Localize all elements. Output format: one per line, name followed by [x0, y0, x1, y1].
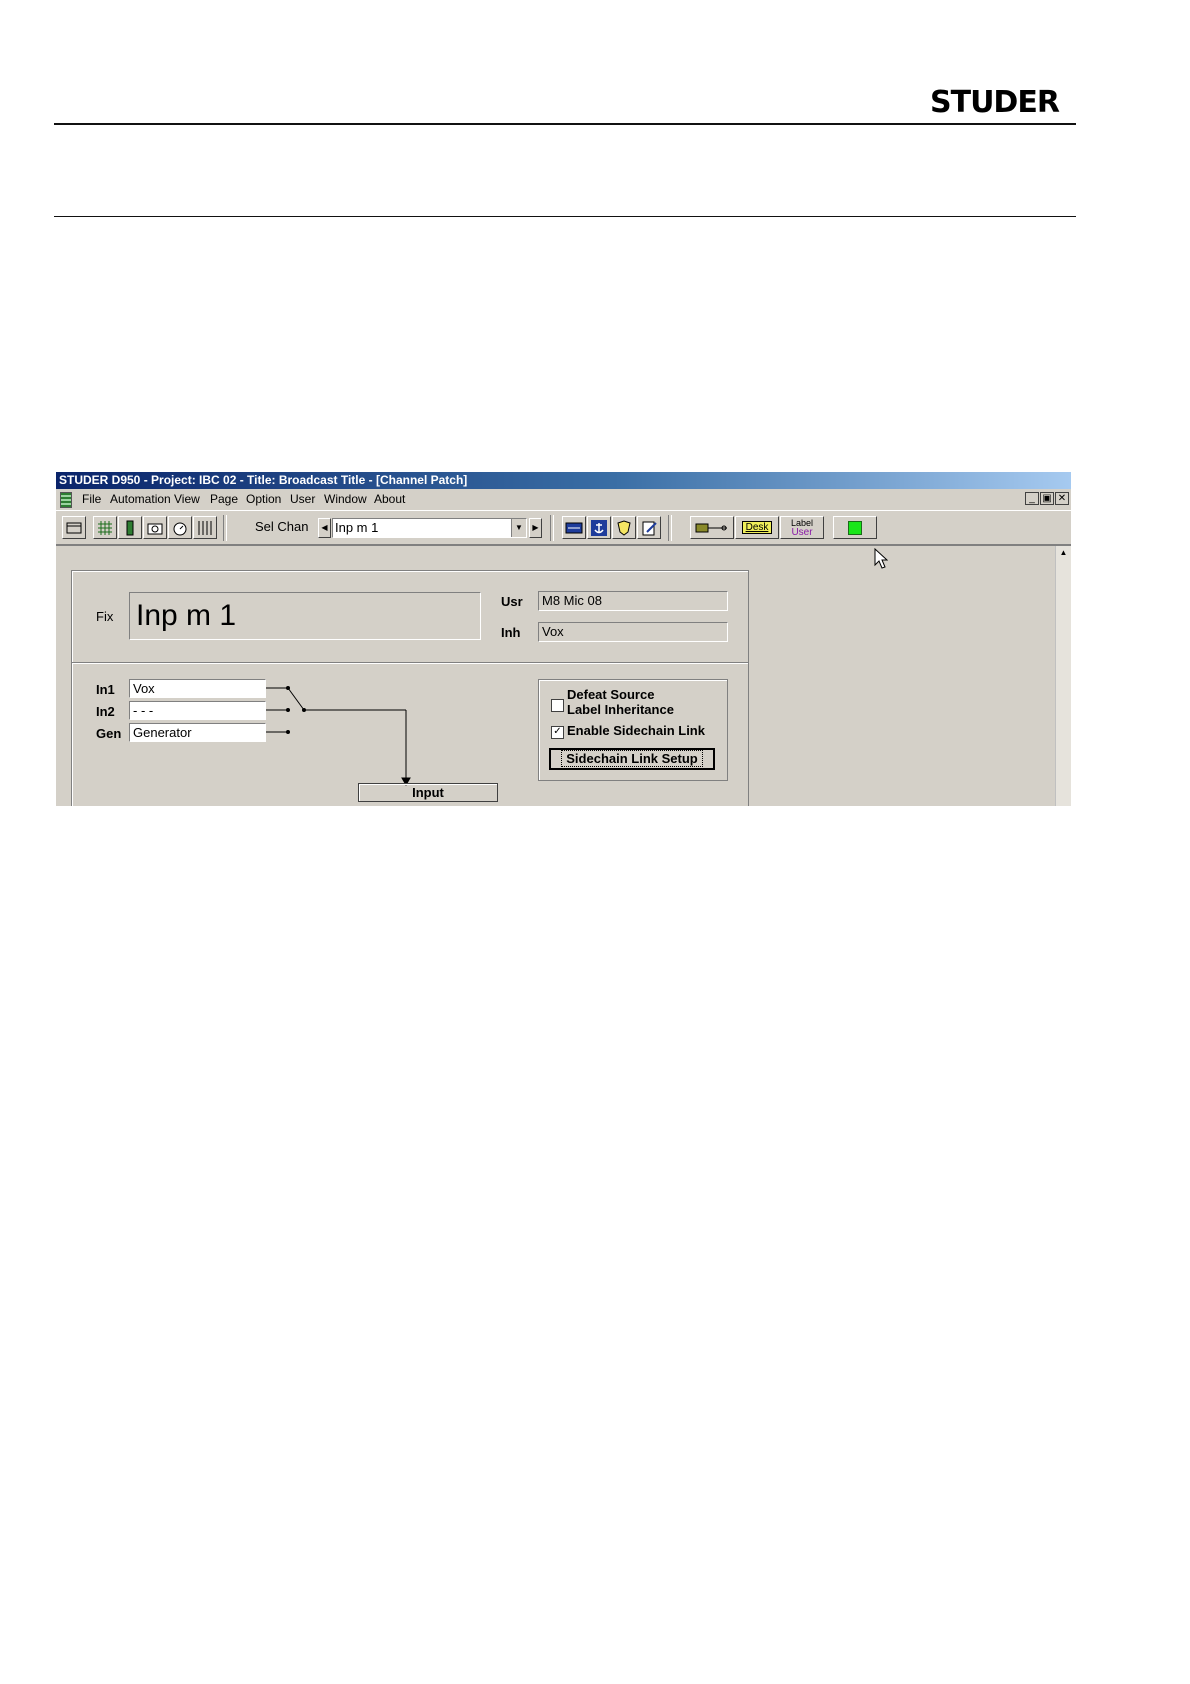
- grid-tool-button[interactable]: [93, 516, 117, 539]
- toolbar-separator: [550, 515, 554, 541]
- inh-label: Inh: [501, 625, 521, 640]
- options-group: Defeat Source Label Inheritance ✓ Enable…: [538, 679, 728, 781]
- app-icon[interactable]: [60, 492, 72, 508]
- anchor-icon: [591, 519, 607, 536]
- stopwatch-icon: [173, 522, 187, 535]
- in1-source-field[interactable]: Vox: [129, 679, 266, 698]
- chevron-down-icon[interactable]: ▼: [511, 519, 526, 537]
- fix-label: Fix: [96, 609, 114, 624]
- in1-label: In1: [96, 682, 115, 697]
- menu-page[interactable]: Page: [210, 489, 238, 509]
- restore-button[interactable]: ▣: [1040, 492, 1054, 505]
- channel-select[interactable]: Inp m 1 ▼: [332, 518, 527, 538]
- usr-name-field[interactable]: M8 Mic 08: [538, 591, 728, 611]
- in2-source-field[interactable]: - - -: [129, 701, 266, 720]
- edit-tool-button[interactable]: [637, 516, 661, 539]
- label-user-tool-button[interactable]: Label User: [780, 516, 824, 539]
- sidechain-setup-label: Sidechain Link Setup: [561, 750, 703, 767]
- strip-icon: [126, 520, 134, 535]
- sel-chan-label: Sel Chan: [255, 519, 309, 534]
- menu-bar: File Automation View Page Option User Wi…: [56, 489, 1071, 509]
- input-block[interactable]: Input: [358, 783, 498, 802]
- window-tool-button[interactable]: [62, 516, 86, 539]
- in2-label: In2: [96, 704, 115, 719]
- gen-label: Gen: [96, 726, 122, 741]
- sidechain-setup-button[interactable]: Sidechain Link Setup: [549, 748, 715, 770]
- camera-icon: [147, 523, 163, 534]
- channel-patch-view: Fix Inp m 1 Usr M8 Mic 08 Inh Vox In1 Vo…: [56, 545, 1071, 806]
- key-tool-button[interactable]: [690, 516, 734, 539]
- toolbar-separator: [223, 515, 227, 541]
- shield-icon: [617, 519, 631, 536]
- sidechain-link-checkbox[interactable]: ✓: [551, 726, 564, 739]
- notepad-edit-icon: [642, 521, 657, 535]
- prev-channel-button[interactable]: ◀: [318, 518, 331, 538]
- channel-select-value: Inp m 1: [335, 520, 379, 535]
- faders-icon: [198, 520, 212, 535]
- mdi-controls: _ ▣ ✕: [1025, 492, 1069, 505]
- defeat-source-checkbox[interactable]: [551, 699, 564, 712]
- defeat-source-label: Defeat Source: [567, 687, 655, 702]
- strip-tool-button[interactable]: [118, 516, 142, 539]
- minimize-button[interactable]: _: [1025, 492, 1039, 505]
- grid-icon: [98, 520, 112, 535]
- menu-view[interactable]: View: [174, 489, 200, 509]
- meter-icon: [565, 522, 583, 533]
- window-icon: [66, 522, 82, 533]
- scroll-up-icon[interactable]: ▲: [1056, 546, 1071, 560]
- status-tool-button[interactable]: [833, 516, 877, 539]
- patch-panel: Fix Inp m 1 Usr M8 Mic 08 Inh Vox In1 Vo…: [71, 570, 749, 806]
- vertical-scrollbar[interactable]: ▲: [1055, 546, 1071, 806]
- defeat-source-label-2: Label Inheritance: [567, 702, 674, 717]
- fix-name-field: Inp m 1: [129, 592, 481, 640]
- section-rule: [54, 216, 1076, 217]
- faders-tool-button[interactable]: [193, 516, 217, 539]
- meter-tool-button[interactable]: [562, 516, 586, 539]
- menu-window[interactable]: Window: [324, 489, 367, 509]
- desk-label: Desk: [741, 521, 773, 534]
- gen-source-field[interactable]: Generator: [129, 723, 266, 742]
- sidechain-link-label: Enable Sidechain Link: [567, 723, 705, 738]
- studer-logo: STUDER: [930, 85, 1060, 120]
- application-window: STUDER D950 - Project: IBC 02 - Title: B…: [56, 472, 1071, 806]
- menu-about[interactable]: About: [374, 489, 405, 509]
- window-title: STUDER D950 - Project: IBC 02 - Title: B…: [56, 472, 1071, 489]
- header-rule: [54, 123, 1076, 125]
- toolbar: Sel Chan ◀ Inp m 1 ▼ ▶ Desk Label User: [56, 510, 1071, 545]
- menu-automation[interactable]: Automation: [110, 489, 171, 509]
- menu-file[interactable]: File: [82, 489, 101, 509]
- timer-tool-button[interactable]: [168, 516, 192, 539]
- mouse-cursor-icon: [874, 548, 888, 569]
- shield-tool-button[interactable]: [612, 516, 636, 539]
- menu-option[interactable]: Option: [246, 489, 281, 509]
- toolbar-separator: [668, 515, 672, 541]
- anchor-tool-button[interactable]: [587, 516, 611, 539]
- status-indicator: [848, 520, 862, 535]
- usr-label: Usr: [501, 594, 523, 609]
- inh-name-field: Vox: [538, 622, 728, 642]
- next-channel-button[interactable]: ▶: [529, 518, 542, 538]
- panel-divider: [72, 662, 748, 664]
- desk-tool-button[interactable]: Desk: [735, 516, 779, 539]
- key-icon: [695, 523, 727, 532]
- label-bottom-text: User: [791, 526, 813, 538]
- close-button[interactable]: ✕: [1055, 492, 1069, 505]
- menu-user[interactable]: User: [290, 489, 315, 509]
- snapshot-tool-button[interactable]: [143, 516, 167, 539]
